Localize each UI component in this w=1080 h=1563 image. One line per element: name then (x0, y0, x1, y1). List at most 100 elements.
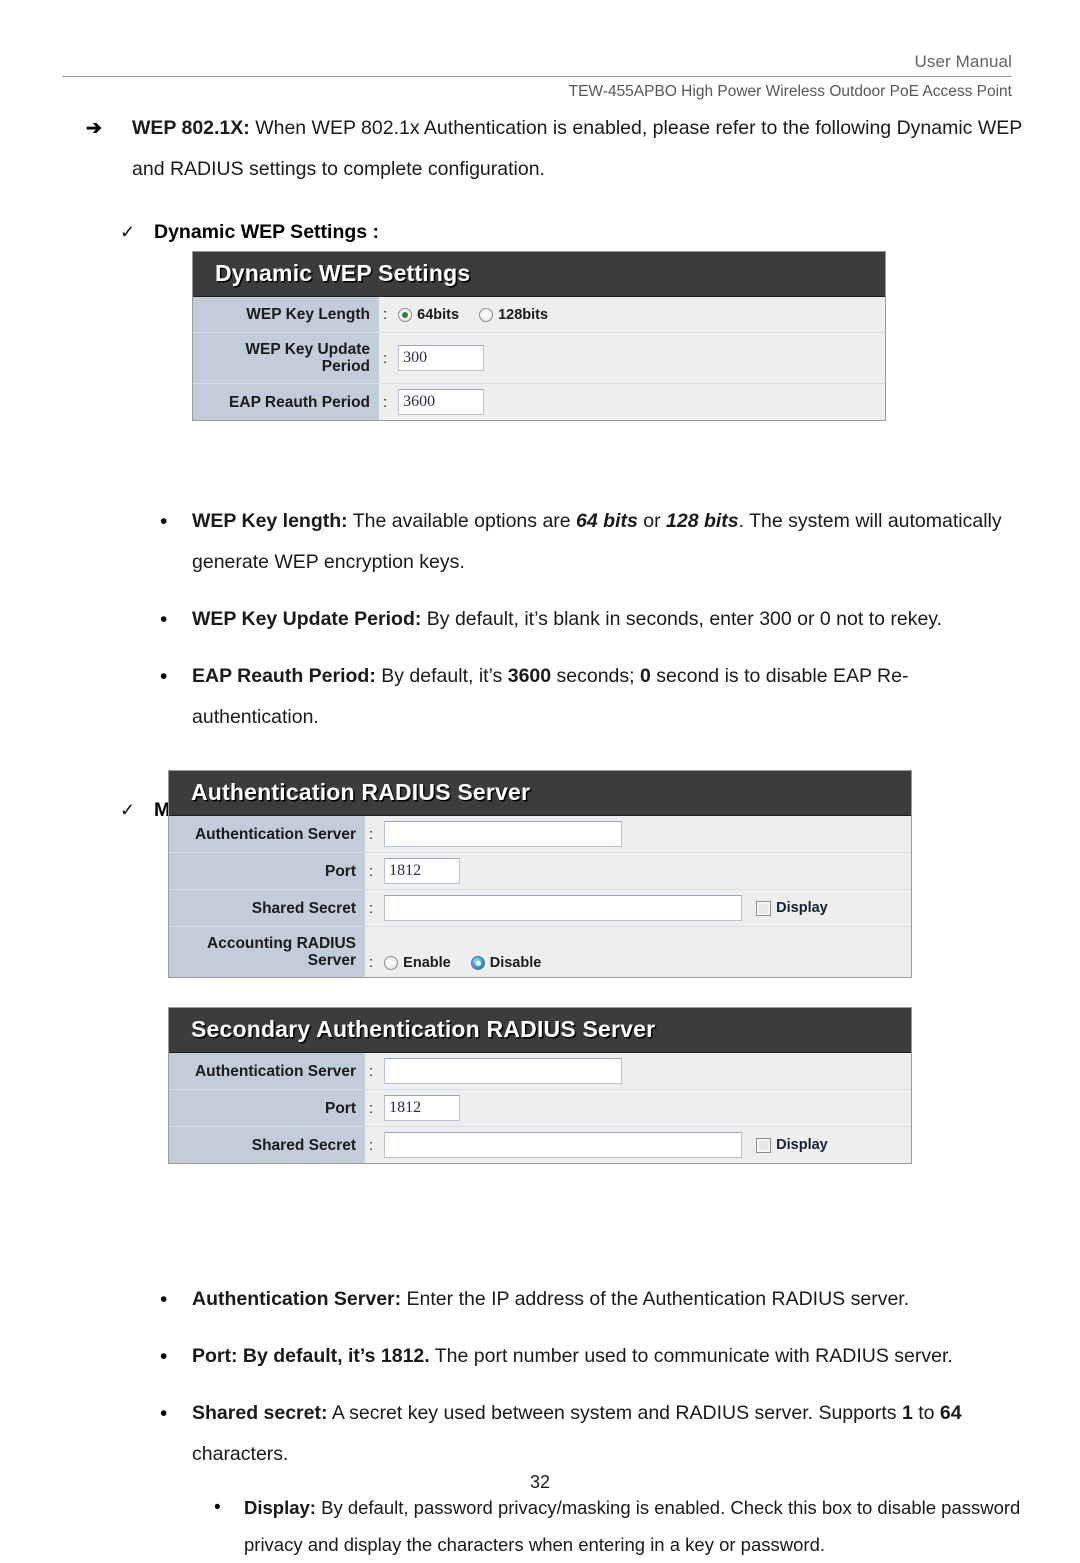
secondary-port-row: Port : 1812 (169, 1090, 911, 1127)
radio-128bits-icon[interactable] (479, 307, 494, 322)
radio-enable-label: Enable (403, 955, 451, 971)
seg-128bits: 128 bits (666, 510, 739, 532)
secondary-shared-secret-colon: : (369, 1136, 374, 1154)
bullet-dot-icon: • (160, 1288, 168, 1311)
radio-64bits-label: 64bits (417, 306, 460, 323)
check-mark-icon: ✓ (120, 222, 136, 242)
wep-key-length-label: WEP Key Length (193, 297, 379, 332)
bullet-port: • Port: By default, it’s 1812. The port … (0, 1336, 1080, 1377)
seg-to: to (912, 1402, 940, 1424)
bullet-eap-reauth-text: EAP Reauth Period: By default, it’s 3600… (192, 656, 1020, 738)
eap-reauth-period-label: EAP Reauth Period (193, 384, 379, 420)
arrow-bullet-icon: ➔ (86, 118, 102, 139)
radio-128bits-label: 128bits (498, 306, 549, 323)
seg-a: The port number used to communicate with… (429, 1345, 953, 1367)
accounting-radius-radio-disable[interactable]: Disable (470, 955, 542, 971)
radio-enable-icon[interactable] (384, 956, 399, 970)
bullet-authentication-server-text: Authentication Server: Enter the IP addr… (192, 1279, 1020, 1320)
radio-64bits-icon[interactable] (398, 307, 413, 322)
secondary-radius-panel-title: Secondary Authentication RADIUS Server (169, 1008, 911, 1053)
secondary-shared-secret-row: Shared Secret : Display (169, 1127, 911, 1163)
seg-b: seconds; (551, 665, 640, 687)
wep-key-update-period-colon: : (383, 349, 388, 367)
radius-shared-secret-field: : Display (365, 890, 911, 926)
bullet-dot-icon: • (160, 1402, 168, 1425)
wep-key-update-period-row: WEP Key Update Period : 300 (193, 333, 885, 384)
radius-auth-server-label: Authentication Server (169, 816, 365, 852)
bullet-shared-secret-text: Shared secret: A secret key used between… (192, 1393, 1020, 1475)
accounting-radius-radio-enable[interactable]: Enable (384, 955, 451, 971)
radius-port-input[interactable]: 1812 (384, 858, 461, 884)
radius-panel-title: Authentication RADIUS Server (169, 771, 911, 816)
secondary-auth-server-colon: : (369, 1062, 374, 1080)
bullet-display-term: Display: (244, 1497, 316, 1518)
eap-reauth-period-colon: : (383, 393, 388, 411)
bullet-eap-reauth-period: • EAP Reauth Period: By default, it’s 36… (0, 656, 1080, 738)
secondary-display-checkbox-label: Display (776, 1137, 828, 1153)
seg-a: By default, password privacy/masking is … (244, 1497, 1021, 1555)
bullet-display: • Display: By default, password privacy/… (0, 1489, 1080, 1563)
heading-dynamic-wep-settings: ✓ Dynamic WEP Settings : (0, 212, 1080, 253)
wep-key-length-radio-128bits[interactable]: 128bits (479, 307, 548, 323)
bullet-eap-reauth-term: EAP Reauth Period: (192, 665, 376, 687)
radius-auth-server-colon: : (369, 825, 374, 843)
eap-reauth-period-row: EAP Reauth Period : 3600 (193, 384, 885, 420)
radius-port-row: Port : 1812 (169, 853, 911, 890)
display-checkbox-icon[interactable] (756, 1137, 772, 1153)
radius-display-checkbox-group[interactable]: Display (756, 900, 828, 916)
radius-port-field: : 1812 (365, 853, 911, 889)
eap-reauth-period-input[interactable]: 3600 (398, 389, 485, 415)
bullet-wep-key-update-term: WEP Key Update Period: (192, 608, 422, 630)
secondary-port-label: Port (169, 1090, 365, 1126)
header-user-manual-label: User Manual (914, 52, 1012, 71)
bullet-dot-icon: • (160, 510, 168, 533)
accounting-radius-colon: : (369, 954, 374, 971)
eap-reauth-period-field: : 3600 (379, 384, 885, 420)
dynamic-wep-settings-panel: Dynamic WEP Settings WEP Key Length : 64… (192, 251, 886, 421)
radio-disable-icon[interactable] (470, 956, 485, 970)
wep-key-update-period-input[interactable]: 300 (398, 345, 485, 371)
secondary-shared-secret-label: Shared Secret (169, 1127, 365, 1163)
bullet-dot-icon: • (214, 1497, 221, 1518)
seg-3600: 3600 (507, 665, 552, 687)
display-checkbox-icon[interactable] (756, 900, 772, 916)
secondary-port-input[interactable]: 1812 (384, 1095, 461, 1121)
bullet-wep-key-length: • WEP Key length: The available options … (0, 501, 1080, 583)
page-header: User Manual TEW-455APBO High Power Wirel… (62, 52, 1012, 101)
radius-auth-server-row: Authentication Server : (169, 816, 911, 853)
seg-tail: characters. (192, 1443, 289, 1465)
secondary-auth-server-row: Authentication Server : (169, 1053, 911, 1090)
header-model-line: TEW-455APBO High Power Wireless Outdoor … (568, 83, 1012, 100)
secondary-authentication-radius-server-panel: Secondary Authentication RADIUS Server A… (168, 1007, 912, 1164)
page-content: ➔ WEP 802.1X: When WEP 802.1x Authentica… (0, 108, 1080, 1563)
radius-port-colon: : (369, 862, 374, 880)
secondary-auth-server-input[interactable] (384, 1058, 623, 1084)
radius-shared-secret-label: Shared Secret (169, 890, 365, 926)
seg-zero: 0 (640, 665, 651, 687)
bullet-authentication-server-term: Authentication Server: (192, 1288, 402, 1310)
intro-paragraph: WEP 802.1X: When WEP 802.1x Authenticati… (132, 108, 1022, 190)
radius-shared-secret-row: Shared Secret : Display (169, 890, 911, 927)
bullet-port-text: Port: By default, it’s 1812. The port nu… (192, 1336, 1020, 1377)
secondary-shared-secret-input[interactable] (384, 1132, 743, 1158)
seg-a: The available options are (347, 510, 577, 532)
radius-auth-server-input[interactable] (384, 821, 623, 847)
radius-shared-secret-input[interactable] (384, 895, 743, 921)
radio-disable-label: Disable (489, 955, 542, 971)
secondary-auth-server-label: Authentication Server (169, 1053, 365, 1089)
wep-key-length-radio-64bits[interactable]: 64bits (398, 307, 459, 323)
seg-sixtyfour: 64 (939, 1402, 962, 1424)
secondary-port-colon: : (369, 1099, 374, 1117)
heading-dynamic-wep-label: Dynamic WEP Settings : (154, 221, 380, 243)
bullet-dot-icon: • (160, 608, 168, 631)
check-mark-icon: ✓ (120, 800, 136, 820)
intro-text: When WEP 802.1x Authentication is enable… (132, 117, 1022, 180)
secondary-display-checkbox-group[interactable]: Display (756, 1137, 828, 1153)
bullet-wep-key-update-period: • WEP Key Update Period: By default, it’… (0, 599, 1080, 640)
bullet-wep-key-length-text: WEP Key length: The available options ar… (192, 501, 1020, 583)
bullet-port-term: Port: By default, it’s 1812. (192, 1345, 430, 1367)
radius-auth-server-field: : (365, 816, 911, 852)
wep-key-update-period-label: WEP Key Update Period (193, 333, 379, 383)
seg-or: or (637, 510, 667, 532)
